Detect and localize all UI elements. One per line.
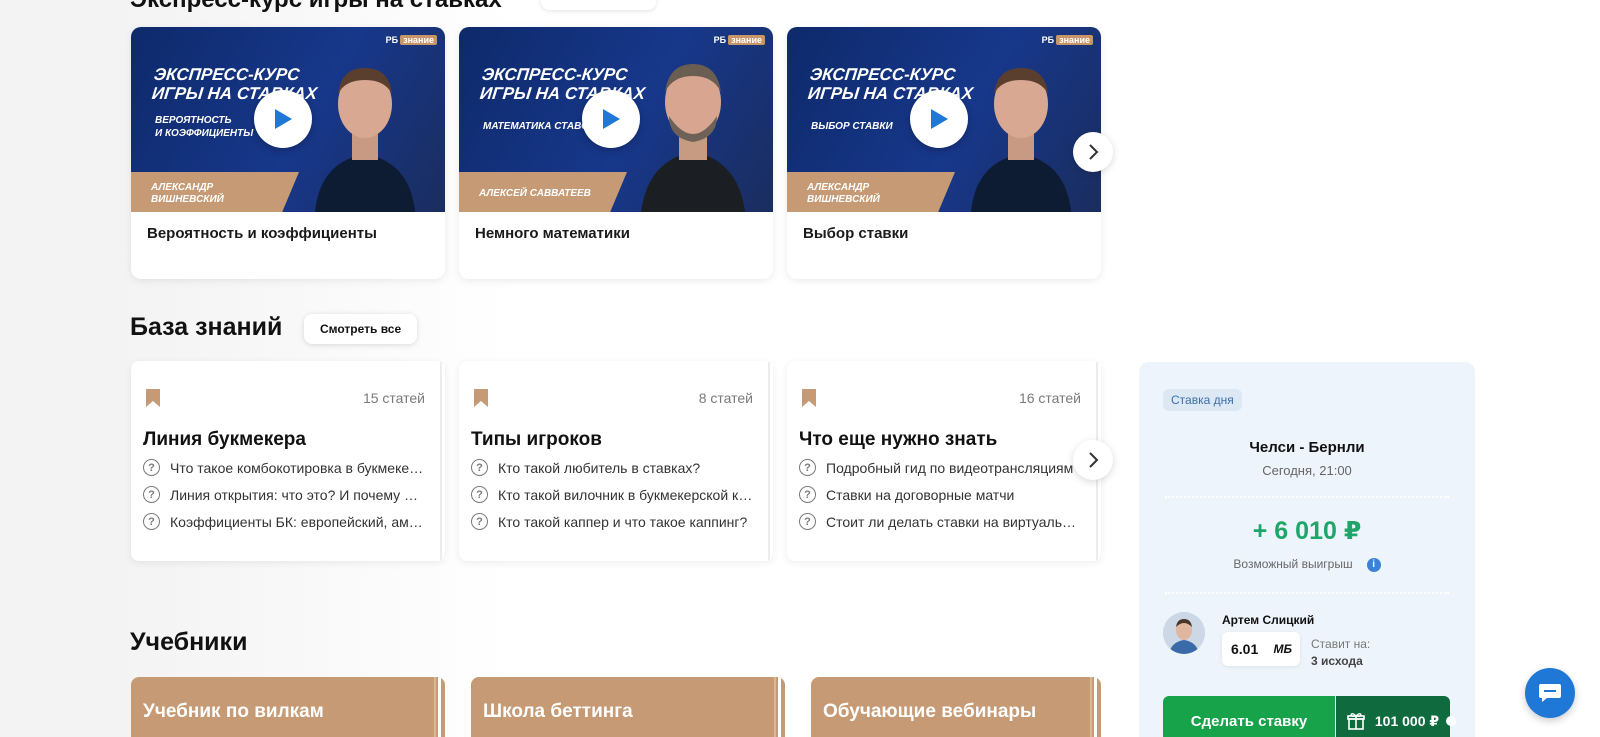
divider: [1165, 592, 1449, 594]
question-link[interactable]: ?Что такое комбокотировка в букмекерской…: [143, 459, 425, 476]
expert-name: Артем Слицкий: [1222, 613, 1315, 627]
gift-icon: [1347, 713, 1365, 730]
video-card[interactable]: РБ знание ЭКСПРЕСС-КУРС ИГРЫ НА СТАВКАХ ВЫ…: [787, 27, 1101, 279]
question-icon: ?: [799, 513, 816, 530]
video-card[interactable]: РБ знание ЭКСПРЕСС-КУРС ИГРЫ НА СТАВКАХ ВЕ…: [131, 27, 445, 279]
match-time: Сегодня, 21:00: [1262, 463, 1352, 478]
question-icon: ?: [799, 459, 816, 476]
textbook-card[interactable]: Обучающие вебинары: [811, 677, 1101, 737]
author-name: АЛЕКСЕЙ САВВАТЕЕВ: [479, 188, 591, 199]
divider: [1165, 496, 1449, 498]
bonus-button[interactable]: 101 000 ₽: [1336, 696, 1456, 737]
chevron-right-icon: [1089, 144, 1099, 160]
question-icon: ?: [143, 486, 160, 503]
match-title[interactable]: Челси - Бернли: [1139, 439, 1475, 456]
author-name: АЛЕКСАНДР ВИШНЕВСКИЙ: [807, 182, 880, 205]
question-link[interactable]: ?Коэффициенты БК: европейский, американс…: [143, 513, 425, 530]
video-title: Вероятность и коэффициенты: [147, 225, 377, 242]
question-link[interactable]: ? Кто такой любитель в ставках?: [471, 459, 753, 476]
presenter-photo: [315, 68, 415, 212]
author-name: АЛЕКСАНДР ВИШНЕВСКИЙ: [151, 182, 224, 205]
question-link[interactable]: ? Ставки на договорные матчи: [799, 486, 1081, 503]
play-icon: [275, 109, 292, 129]
thumbnail-subtitle: МАТЕМАТИКА СТАВОК: [483, 121, 595, 132]
play-button[interactable]: [910, 90, 968, 148]
expert-photo: [1163, 612, 1205, 654]
article-count: 8 статей: [698, 390, 753, 406]
express-course-title: Экспресс-курс игры на ставках: [130, 0, 502, 14]
video-title: Немного математики: [475, 225, 630, 242]
video-title: Выбор ставки: [803, 225, 909, 242]
stake-value: 3 исхода: [1311, 654, 1363, 668]
textbooks-title: Учебники: [130, 628, 248, 656]
knowledge-card-title[interactable]: Линия букмекера: [143, 429, 306, 451]
bookmark-icon: [146, 389, 160, 407]
play-button[interactable]: [254, 90, 312, 148]
play-icon: [603, 109, 620, 129]
chevron-right-icon: [1089, 452, 1099, 468]
presenter-photo: [641, 64, 745, 212]
win-label: Возможный выигрыш i: [1139, 557, 1475, 572]
question-link[interactable]: ?Стоит ли делать ставки на виртуальный с…: [799, 513, 1081, 530]
coefficient-badge: 6.01 МБ: [1222, 632, 1300, 666]
knowledge-card[interactable]: 8 статей Типы игроков ? Кто такой любител…: [459, 361, 773, 561]
video-thumbnail: РБ знание ЭКСПРЕСС-КУРС ИГРЫ НА СТАВКАХ ВЫ…: [787, 27, 1101, 212]
textbook-title: Обучающие вебинары: [823, 701, 1037, 722]
question-icon: ?: [799, 486, 816, 503]
play-icon: [931, 109, 948, 129]
knowledge-base-title: База знаний: [130, 313, 283, 341]
knowledge-carousel-next-button[interactable]: [1073, 440, 1113, 480]
see-all-button[interactable]: Смотреть все: [304, 314, 418, 344]
thumbnail-subtitle: ВЫБОР СТАВКИ: [811, 121, 893, 132]
textbook-title: Школа беттинга: [483, 701, 633, 722]
knowledge-card[interactable]: 16 статей Что еще нужно знать ? Подробный…: [787, 361, 1101, 561]
question-icon: ?: [471, 486, 488, 503]
info-icon[interactable]: i: [1366, 557, 1381, 572]
question-link[interactable]: ?Кто такой вилочник в букмекерской конто…: [471, 486, 753, 503]
question-icon: ?: [143, 513, 160, 530]
textbook-card[interactable]: Учебник по вилкам: [131, 677, 445, 737]
video-card[interactable]: РБ знание ЭКСПРЕСС-КУРС ИГРЫ НА СТАВКАХ МА…: [459, 27, 773, 279]
question-link[interactable]: ? Подробный гид по видеотрансляциям: [799, 459, 1081, 476]
knowledge-card-title[interactable]: Типы игроков: [471, 429, 602, 451]
coefficient-value: 6.01: [1231, 641, 1259, 657]
avatar: [1163, 612, 1205, 654]
bookmark-icon: [802, 389, 816, 407]
question-link[interactable]: ? Кто такой каппер и что такое каппинг?: [471, 513, 753, 530]
textbook-title: Учебник по вилкам: [143, 701, 324, 722]
bet-of-day-tag: Ставка дня: [1163, 389, 1242, 411]
video-thumbnail: РБ знание ЭКСПРЕСС-КУРС ИГРЫ НА СТАВКАХ ВЕ…: [131, 27, 445, 212]
play-button[interactable]: [582, 90, 640, 148]
thumbnail-subtitle: ВЕРОЯТНОСТЬ И КОЭФФИЦИЕНТЫ: [155, 115, 254, 139]
chat-button[interactable]: [1525, 668, 1575, 718]
knowledge-card-title[interactable]: Что еще нужно знать: [799, 429, 997, 451]
textbook-card[interactable]: Школа беттинга: [471, 677, 785, 737]
bookmark-icon: [474, 389, 488, 407]
question-icon: ?: [143, 459, 160, 476]
question-icon: ?: [471, 459, 488, 476]
video-carousel-next-button[interactable]: [1073, 132, 1113, 172]
bet-of-day-widget: Ставка дня Челси - Бернли Сегодня, 21:00…: [1139, 362, 1475, 737]
stake-label: Ставит на:: [1311, 637, 1371, 651]
question-link[interactable]: ?Линия открытия: что это? И почему она в…: [143, 486, 425, 503]
win-amount: + 6 010 ₽: [1252, 517, 1362, 545]
article-count: 15 статей: [362, 390, 425, 406]
bookmaker-logo: МБ: [1273, 642, 1293, 656]
video-thumbnail: РБ знание ЭКСПРЕСС-КУРС ИГРЫ НА СТАВКАХ МА…: [459, 27, 773, 212]
chat-icon: [1539, 684, 1561, 702]
question-icon: ?: [471, 513, 488, 530]
express-course-see-all-button[interactable]: [541, 0, 656, 10]
article-count: 16 статей: [1018, 390, 1081, 406]
presenter-photo: [971, 68, 1071, 212]
make-bet-button[interactable]: Сделать ставку: [1163, 696, 1335, 737]
knowledge-card[interactable]: 15 статей Линия букмекера ? Что такое ком…: [131, 361, 445, 561]
